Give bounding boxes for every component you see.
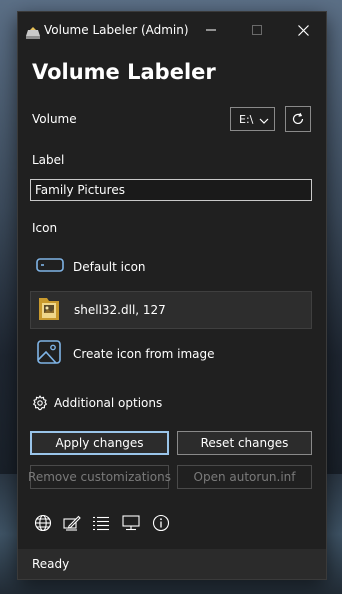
close-button[interactable] — [280, 12, 326, 48]
image-icon — [36, 339, 62, 369]
refresh-icon — [292, 112, 304, 125]
icon-option-from-image[interactable]: Create icon from image — [30, 335, 312, 373]
volume-dropdown-value: E:\ — [239, 112, 254, 126]
status-text: Ready — [32, 557, 70, 571]
info-icon[interactable] — [150, 512, 172, 534]
additional-options-label: Additional options — [54, 396, 163, 410]
folder-pictures-icon — [37, 294, 61, 326]
status-bar: Ready — [18, 549, 326, 579]
gear-icon — [32, 395, 48, 415]
list-icon[interactable] — [90, 512, 112, 534]
main-window: Volume Labeler (Admin) Volume Labeler Vo… — [18, 12, 326, 579]
chevron-down-icon — [259, 115, 269, 128]
window-title: Volume Labeler (Admin) — [44, 23, 189, 37]
reset-changes-button[interactable]: Reset changes — [177, 431, 312, 455]
icon-option-label: Default icon — [73, 260, 146, 274]
icon-heading: Icon — [32, 221, 58, 235]
icon-option-shell32[interactable]: shell32.dll, 127 — [30, 291, 312, 329]
page-title: Volume Labeler — [32, 60, 216, 84]
title-bar[interactable]: Volume Labeler (Admin) — [18, 12, 326, 48]
refresh-button[interactable] — [285, 106, 311, 132]
edit-icon[interactable] — [61, 512, 83, 534]
app-drive-icon — [26, 24, 40, 39]
maximize-button[interactable] — [234, 12, 280, 48]
minimize-button[interactable] — [188, 12, 234, 48]
volume-label: Volume — [32, 112, 77, 126]
monitor-icon[interactable] — [120, 512, 142, 534]
label-input[interactable] — [30, 179, 312, 201]
open-autorun-button[interactable]: Open autorun.inf — [177, 465, 312, 489]
icon-option-default[interactable]: Default icon — [30, 248, 312, 286]
label-heading: Label — [32, 153, 65, 167]
icon-option-label: shell32.dll, 127 — [74, 303, 166, 317]
drive-icon — [36, 257, 64, 277]
close-icon — [297, 24, 309, 36]
icon-option-label: Create icon from image — [73, 347, 215, 361]
apply-changes-button[interactable]: Apply changes — [30, 431, 169, 455]
volume-dropdown[interactable]: E:\ — [230, 107, 275, 131]
globe-icon[interactable] — [32, 512, 54, 534]
remove-customizations-button[interactable]: Remove customizations — [28, 465, 171, 489]
